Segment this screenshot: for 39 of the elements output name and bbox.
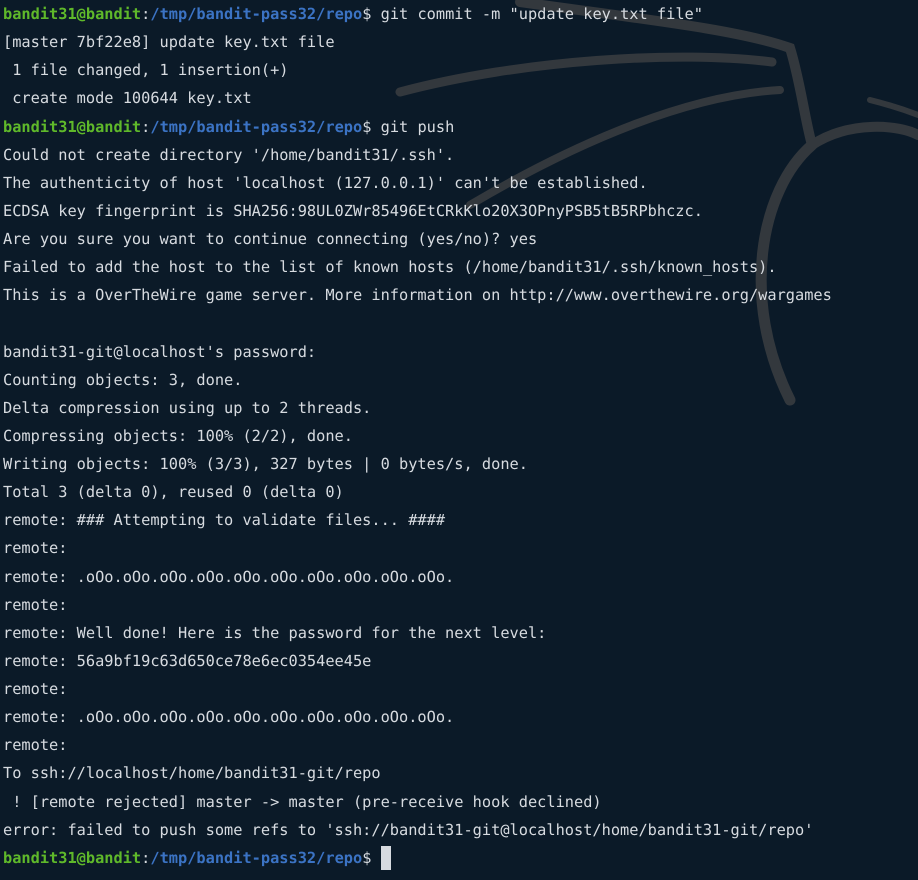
- prompt-user: bandit31@bandit: [3, 4, 142, 25]
- output-line: remote: 56a9bf19c63d650ce78e6ec0354ee45e: [3, 650, 372, 672]
- output-line: Total 3 (delta 0), reused 0 (delta 0): [3, 482, 344, 504]
- output-line: To ssh://localhost/home/bandit31-git/repo: [3, 763, 381, 784]
- prompt-user: bandit31@bandit: [3, 116, 142, 138]
- output-line: Failed to add the host to the list of known hosts (/home/bandit31/.ssh/known_hosts).: [3, 257, 777, 278]
- output-line: remote: Well done! Here is the password for the next level:: [3, 622, 546, 644]
- prompt-path: /tmp/bandit-pass32/repo: [150, 4, 362, 25]
- output-line: remote: .oOo.oOo.oOo.oOo.oOo.oOo.oOo.oOo.oOo.oOo.: [3, 707, 454, 728]
- prompt-path: /tmp/bandit-pass32/repo: [150, 848, 362, 869]
- prompt-path: /tmp/bandit-pass32/repo: [150, 116, 362, 138]
- output-line: ! [remote rejected] master -> master (pre-receive hook declined): [11, 792, 602, 812]
- output-line: Compressing objects: 100% (2/2), done.: [3, 426, 353, 447]
- command-text: $ git commit -m "update key.txt file": [362, 4, 703, 25]
- output-line: remote:: [3, 538, 68, 560]
- output-line: Counting objects: 3, done.: [3, 370, 242, 391]
- output-line: The authenticity of host 'localhost (127.0.0.1)' can't be established.: [3, 172, 648, 194]
- output-line: [master 7bf22e8] update key.txt file: [3, 32, 335, 54]
- prompt-separator: :: [141, 4, 150, 25]
- output-line: remote: .oOo.oOo.oOo.oOo.oOo.oOo.oOo.oOo.oOo.oOo.: [3, 566, 454, 588]
- output-line: Writing objects: 100% (3/3), 327 bytes | 0 bytes/s, done.: [3, 454, 528, 475]
- output-line: create mode 100644 key.txt: [11, 88, 252, 110]
- prompt-separator: :: [141, 116, 150, 138]
- output-line: This is a OverTheWire game server. More information on http://www.overthewire.org/wargames: [3, 285, 832, 306]
- output-line: remote: ### Attempting to validate files... ####: [3, 510, 446, 532]
- output-line: remote:: [3, 594, 68, 616]
- output-line: remote:: [3, 679, 68, 700]
- output-line: error: failed to push some refs to 'ssh://bandit31-git@localhost/home/bandit31-git/repo': [3, 820, 814, 841]
- output-line: Delta compression using up to 2 threads.: [3, 398, 372, 419]
- output-line: remote:: [3, 735, 68, 756]
- output-line: 1 file changed, 1 insertion(+): [11, 60, 288, 82]
- output-line: bandit31-git@localhost's password:: [3, 342, 316, 362]
- prompt-separator: :: [141, 848, 150, 869]
- prompt-user: bandit31@bandit: [3, 848, 142, 869]
- command-text: $ git push: [362, 116, 454, 138]
- output-line: Could not create directory '/home/bandit31/.ssh'.: [3, 144, 454, 166]
- output-line: Are you sure you want to continue connecting (yes/no)? yes: [3, 229, 538, 250]
- command-text: $: [362, 848, 372, 869]
- output-line: ECDSA key fingerprint is SHA256:98UL0ZWr85496EtCRkKlo20X3OPnyPSB5tB5RPbhczc.: [3, 200, 703, 222]
